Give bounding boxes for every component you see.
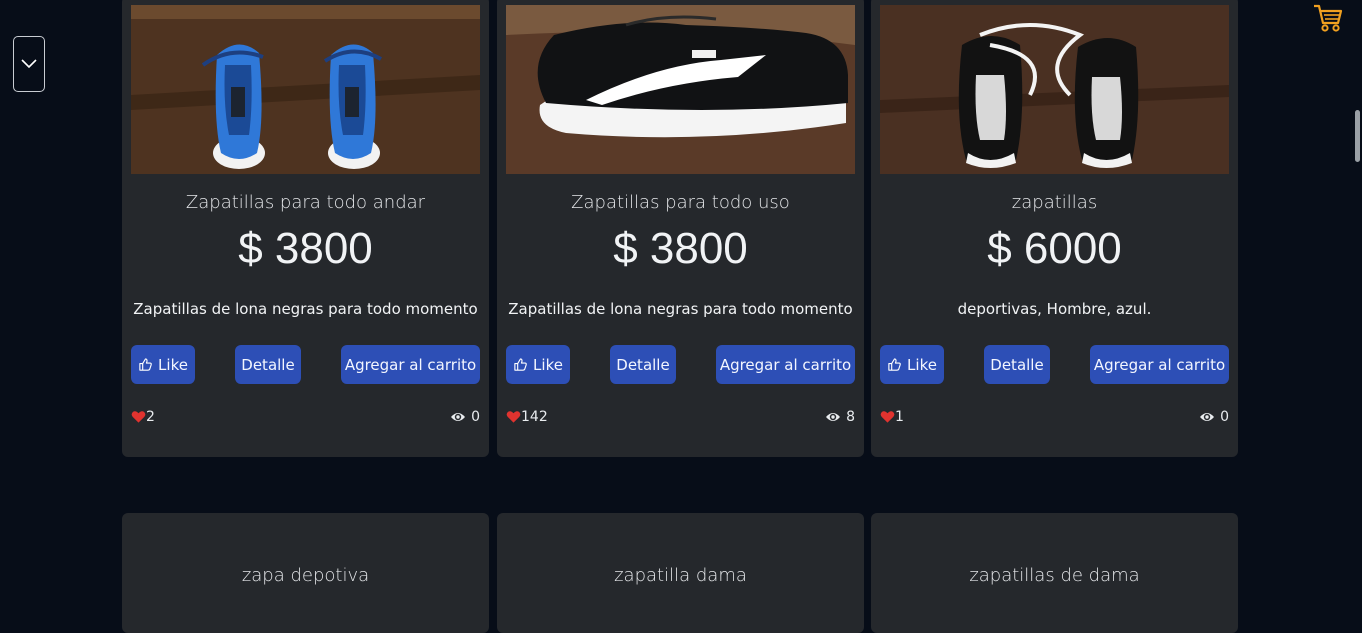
- likes-counter: 2: [131, 409, 155, 425]
- heart-icon: [506, 411, 521, 423]
- product-description: Zapatillas de lona negras para todo mome…: [508, 300, 853, 318]
- product-price: $ 3800: [613, 224, 748, 273]
- likes-count: 2: [146, 409, 155, 425]
- add-to-cart-button[interactable]: Agregar al carrito: [341, 345, 480, 384]
- product-description: Zapatillas de lona negras para todo mome…: [133, 300, 478, 318]
- detail-button[interactable]: Detalle: [610, 345, 676, 384]
- views-count: 0: [471, 409, 480, 425]
- like-button[interactable]: Like: [506, 345, 570, 384]
- views-count: 0: [1220, 409, 1229, 425]
- product-title: zapatilla dama: [614, 565, 747, 586]
- product-title: zapatillas de dama: [969, 565, 1140, 586]
- likes-counter: 1: [880, 409, 904, 425]
- product-title: zapatillas: [1011, 192, 1098, 213]
- thumbs-up-icon: [888, 358, 901, 371]
- product-title: zapa depotiva: [241, 565, 370, 586]
- detail-button[interactable]: Detalle: [235, 345, 301, 384]
- product-price: $ 6000: [987, 224, 1122, 273]
- cart-link[interactable]: [1312, 3, 1346, 33]
- eye-icon: [451, 413, 466, 421]
- scrollbar-thumb[interactable]: [1355, 110, 1360, 162]
- product-card: Zapatillas para todo andar $ 3800 Zapati…: [122, 0, 489, 457]
- views-counter: 0: [450, 409, 480, 425]
- add-to-cart-button[interactable]: Agregar al carrito: [1090, 345, 1229, 384]
- views-counter: 0: [1199, 409, 1229, 425]
- like-button-label: Like: [158, 355, 188, 374]
- views-count: 8: [846, 409, 855, 425]
- thumbs-up-icon: [139, 358, 152, 371]
- product-image[interactable]: [880, 5, 1229, 174]
- thumbs-up-icon: [514, 358, 527, 371]
- chevron-down-icon: [21, 59, 37, 69]
- shopping-cart-icon: [1314, 4, 1343, 32]
- add-to-cart-button[interactable]: Agregar al carrito: [716, 345, 855, 384]
- product-card: zapatillas de dama: [871, 513, 1238, 633]
- product-card: Zapatillas para todo uso $ 3800 Zapatill…: [497, 0, 864, 457]
- product-image[interactable]: [131, 5, 480, 174]
- product-description: deportivas, Hombre, azul.: [957, 300, 1152, 318]
- like-button-label: Like: [533, 355, 563, 374]
- heart-icon: [880, 411, 895, 423]
- product-title: Zapatillas para todo uso: [571, 192, 790, 213]
- eye-icon: [826, 413, 841, 421]
- category-dropdown-toggle[interactable]: [13, 36, 45, 92]
- views-counter: 8: [825, 409, 855, 425]
- like-button[interactable]: Like: [131, 345, 195, 384]
- eye-icon: [1200, 413, 1215, 421]
- product-card: zapatilla dama: [497, 513, 864, 633]
- product-image[interactable]: [506, 5, 855, 174]
- likes-count: 142: [521, 409, 548, 425]
- like-button[interactable]: Like: [880, 345, 944, 384]
- product-card: zapa depotiva: [122, 513, 489, 633]
- likes-counter: 142: [506, 409, 548, 425]
- product-price: $ 3800: [238, 224, 373, 273]
- product-title: Zapatillas para todo andar: [185, 192, 426, 213]
- like-button-label: Like: [907, 355, 937, 374]
- detail-button[interactable]: Detalle: [984, 345, 1050, 384]
- heart-icon: [131, 411, 146, 423]
- likes-count: 1: [895, 409, 904, 425]
- product-card: zapatillas $ 6000 deportivas, Hombre, az…: [871, 0, 1238, 457]
